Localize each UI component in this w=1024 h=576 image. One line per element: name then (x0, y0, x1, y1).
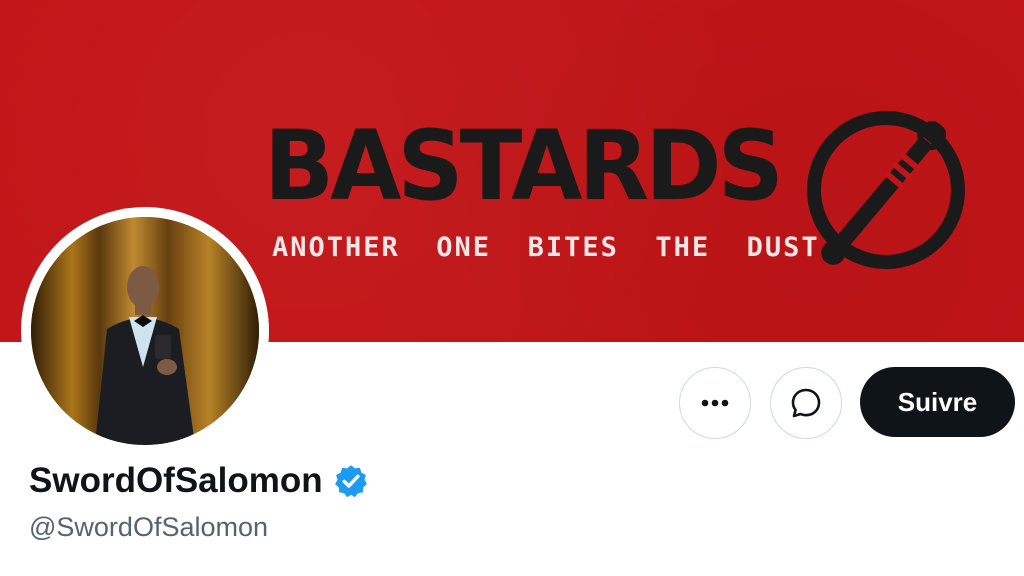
avatar-photo (31, 217, 259, 445)
user-handle: @SwordOfSalomon (29, 512, 269, 542)
avatar-image (31, 217, 259, 445)
banner-brand-name: BASTARDS (264, 109, 784, 222)
display-name-text: SwordOfSalomon (29, 461, 323, 500)
message-bubble-icon (791, 388, 821, 418)
follow-button[interactable]: Suivre (860, 367, 1015, 437)
crossed-circle-blade-icon (807, 111, 965, 269)
verified-badge-icon[interactable] (333, 463, 369, 499)
message-button[interactable] (770, 367, 842, 439)
more-dots-icon (701, 399, 729, 407)
display-name: SwordOfSalomon (29, 461, 369, 501)
avatar[interactable] (21, 207, 269, 455)
profile-page: BASTARDS ANOTHER ONE BITES THE DUST Suiv… (0, 0, 1024, 576)
more-options-button[interactable] (679, 367, 751, 439)
banner-tagline: ANOTHER ONE BITES THE DUST (272, 232, 820, 263)
